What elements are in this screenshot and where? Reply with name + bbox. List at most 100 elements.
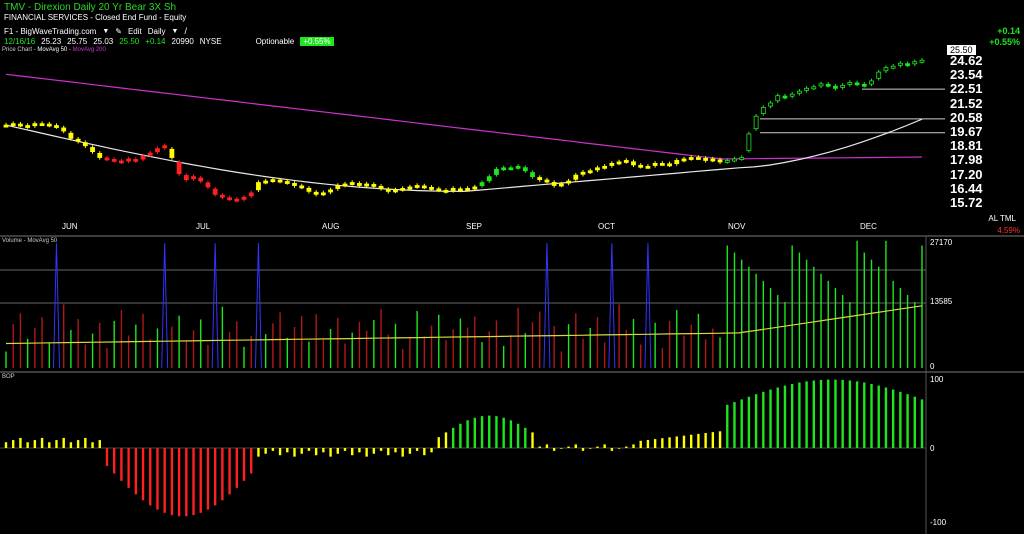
x-tick: SEP — [466, 222, 483, 231]
y-tick: 16.44 — [950, 181, 983, 196]
candle — [667, 163, 672, 167]
y-tick: 19.67 — [950, 124, 983, 139]
candle — [883, 67, 889, 72]
candle — [595, 167, 600, 171]
candle — [623, 160, 629, 163]
candle — [443, 189, 449, 193]
candle — [580, 171, 586, 175]
candle — [811, 86, 817, 90]
candle — [753, 115, 759, 130]
candle — [385, 188, 391, 192]
candle — [248, 192, 254, 197]
candle — [25, 125, 31, 128]
candle — [869, 80, 874, 85]
candle — [176, 161, 182, 175]
bop-tick: 0 — [930, 444, 935, 453]
candle — [681, 158, 687, 162]
volume-tick: 0 — [930, 362, 935, 371]
candle — [205, 182, 211, 188]
candle — [126, 158, 132, 162]
candle — [183, 175, 189, 181]
candle — [566, 180, 571, 184]
candle — [328, 189, 333, 193]
candle — [133, 159, 139, 162]
candle — [212, 188, 218, 195]
candle — [241, 196, 247, 200]
candle — [342, 183, 348, 187]
candle — [284, 181, 290, 184]
candle — [912, 61, 918, 65]
candle — [602, 165, 608, 169]
bop-tick: -100 — [930, 518, 947, 527]
y-tick: 21.52 — [950, 96, 983, 111]
y-tick: 22.51 — [950, 81, 983, 96]
candle — [847, 82, 853, 85]
candle — [364, 183, 370, 187]
y-tick: 18.81 — [950, 138, 983, 153]
candle — [486, 176, 492, 182]
y-tick: 15.72 — [950, 195, 983, 210]
candle — [414, 185, 420, 188]
candle — [530, 172, 535, 178]
candle — [789, 93, 795, 97]
y-tick: 20.58 — [950, 110, 983, 125]
y-tick: 17.20 — [950, 167, 983, 182]
candle — [674, 160, 680, 164]
candle — [90, 147, 95, 153]
candle — [313, 191, 319, 195]
volume-tick: 13585 — [930, 297, 953, 306]
volume-spike — [644, 243, 652, 369]
candle — [119, 160, 124, 164]
candle — [652, 162, 658, 166]
candle — [854, 82, 860, 86]
candle — [703, 157, 709, 161]
candle — [407, 186, 413, 190]
x-tick: JUL — [196, 222, 211, 231]
candle — [833, 85, 838, 89]
candle — [782, 95, 788, 99]
candle — [263, 180, 269, 184]
candle — [551, 181, 557, 186]
candle — [219, 194, 225, 198]
candle — [501, 167, 507, 171]
candle — [724, 160, 730, 163]
candle — [46, 123, 52, 127]
candle — [147, 152, 153, 156]
candle — [234, 198, 240, 202]
candle — [717, 159, 723, 163]
candle — [256, 182, 261, 191]
candle — [97, 152, 103, 158]
candle — [75, 138, 81, 142]
candle — [479, 182, 485, 187]
candle — [335, 185, 341, 189]
candle — [421, 185, 427, 189]
candle — [616, 161, 622, 165]
last-price-tag: 25.50 — [947, 45, 976, 55]
x-tick: JUN — [62, 222, 78, 231]
candle — [39, 123, 45, 127]
candle — [450, 188, 456, 191]
candle — [429, 187, 434, 190]
candle — [494, 168, 499, 175]
y-tick: 17.98 — [950, 152, 983, 167]
candle — [54, 125, 59, 128]
candle — [104, 157, 110, 161]
candle — [162, 145, 168, 149]
candle — [299, 185, 305, 189]
chart-canvas[interactable] — [0, 0, 1024, 534]
candle — [897, 62, 903, 66]
candle — [515, 165, 521, 169]
al-tml-label[interactable]: AL TML — [988, 214, 1016, 223]
candle — [227, 197, 232, 201]
bop-tick: 100 — [930, 375, 944, 384]
candle — [573, 174, 579, 180]
candle — [609, 162, 615, 166]
candle — [3, 124, 9, 128]
candle — [371, 184, 377, 187]
volume-spike — [543, 243, 551, 369]
candle — [191, 176, 196, 180]
candle — [645, 165, 651, 169]
candle — [587, 170, 593, 174]
volume-spike — [211, 243, 219, 369]
candle — [436, 188, 442, 192]
